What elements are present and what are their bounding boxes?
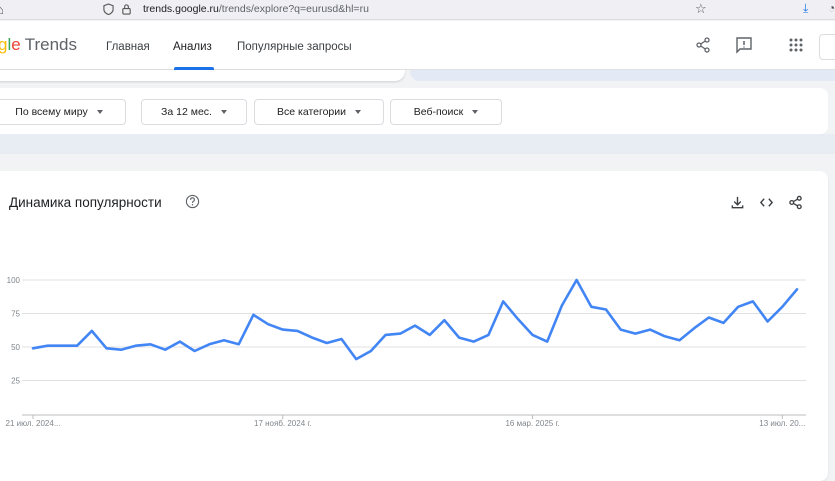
data-point xyxy=(251,313,255,317)
data-point xyxy=(633,332,637,336)
data-point xyxy=(281,328,285,332)
dropdown-caret-icon xyxy=(354,110,361,114)
account-button[interactable] xyxy=(819,34,835,60)
data-point xyxy=(692,326,696,330)
data-point xyxy=(178,340,182,344)
data-point xyxy=(648,328,652,332)
data-point xyxy=(457,336,461,340)
data-point xyxy=(134,344,138,348)
data-point xyxy=(722,321,726,325)
data-point xyxy=(486,333,490,337)
data-point xyxy=(325,341,329,345)
data-point xyxy=(795,287,799,291)
share-chart-icon[interactable] xyxy=(788,195,803,210)
data-point xyxy=(384,333,388,337)
data-point xyxy=(354,357,358,361)
data-point xyxy=(340,337,344,341)
data-point xyxy=(428,333,432,337)
embed-code-icon[interactable] xyxy=(759,195,774,210)
data-point xyxy=(531,333,535,337)
data-point xyxy=(222,338,226,342)
data-point xyxy=(310,336,314,340)
data-point xyxy=(560,303,564,307)
download-icon[interactable]: ⤓ xyxy=(803,1,808,16)
data-point xyxy=(575,278,579,282)
feedback-icon[interactable] xyxy=(735,36,753,54)
data-point xyxy=(501,299,505,303)
data-point xyxy=(619,328,623,332)
data-point xyxy=(442,318,446,322)
data-point xyxy=(545,340,549,344)
section-divider xyxy=(0,134,835,154)
nav-home[interactable]: Главная xyxy=(106,41,150,53)
search-type-filter[interactable]: Веб-поиск xyxy=(390,99,502,125)
data-point xyxy=(31,346,35,350)
data-point xyxy=(207,342,211,346)
nav-explore[interactable]: Анализ xyxy=(173,41,212,53)
dropdown-caret-icon xyxy=(472,110,479,114)
extension-icon[interactable]: ◔ xyxy=(828,1,835,15)
search-term-card xyxy=(0,70,405,81)
data-point xyxy=(604,307,608,311)
bookmark-star-icon[interactable]: ☆ xyxy=(695,1,707,17)
lock-icon[interactable] xyxy=(121,3,132,15)
url-domain: trends.google.ru xyxy=(143,3,219,15)
url-path: /trends/explore?q=eurusd&hl=ru xyxy=(218,3,369,15)
home-icon[interactable]: ⌂ xyxy=(0,2,4,17)
data-point xyxy=(119,348,123,352)
x-tick-label: 17 нояб. 2024 г. xyxy=(254,419,312,428)
apps-grid-icon[interactable] xyxy=(787,36,805,54)
y-tick-label: 50 xyxy=(11,343,20,352)
help-icon[interactable] xyxy=(185,194,200,209)
data-point xyxy=(736,305,740,309)
data-point xyxy=(707,316,711,320)
card-title: Динамика популярности xyxy=(9,195,162,210)
y-tick-label: 75 xyxy=(11,310,20,319)
interest-line-chart[interactable]: 25 50 75 100 21 июл. 2024... 17 нояб. 2024 г.… xyxy=(0,270,835,430)
data-point xyxy=(193,349,197,353)
data-point xyxy=(413,324,417,328)
region-filter[interactable]: По всему миру xyxy=(0,99,126,125)
data-point xyxy=(163,348,167,352)
data-point xyxy=(266,322,270,326)
filters-bar: По всему миру За 12 мес. Все категории В… xyxy=(0,88,828,134)
data-point xyxy=(589,305,593,309)
y-tick-label: 25 xyxy=(11,377,20,386)
x-tick-label: 16 мар. 2025 г. xyxy=(505,419,559,428)
shield-icon[interactable] xyxy=(103,3,114,15)
data-point xyxy=(90,329,94,333)
category-filter[interactable]: Все категории xyxy=(254,99,384,125)
data-point xyxy=(663,334,667,338)
download-csv-icon[interactable] xyxy=(730,195,745,210)
data-point xyxy=(751,299,755,303)
data-point xyxy=(398,332,402,336)
x-tick-label: 13 июл. 20... xyxy=(759,419,805,428)
google-trends-logo[interactable]: gle Trends xyxy=(0,35,77,55)
data-point xyxy=(472,340,476,344)
dropdown-caret-icon xyxy=(96,110,103,114)
data-point xyxy=(149,342,153,346)
app-header: gle Trends Главная Анализ Популярные запр… xyxy=(0,21,835,70)
data-point xyxy=(766,320,770,324)
data-point xyxy=(104,346,108,350)
data-point xyxy=(516,317,520,321)
share-icon[interactable] xyxy=(694,36,712,54)
data-point xyxy=(60,344,64,348)
address-bar[interactable]: trends.google.ru/trends/explore?q=eurusd… xyxy=(143,3,369,15)
data-point xyxy=(237,342,241,346)
data-point xyxy=(295,329,299,333)
time-filter[interactable]: За 12 мес. xyxy=(141,99,247,125)
data-point xyxy=(677,338,681,342)
data-point xyxy=(46,344,50,348)
data-point xyxy=(75,344,79,348)
data-point xyxy=(780,305,784,309)
dropdown-caret-icon xyxy=(220,110,227,114)
browser-toolbar: ⌂ trends.google.ru/trends/explore?q=euru… xyxy=(0,0,835,20)
x-tick-label: 21 июл. 2024... xyxy=(6,419,61,428)
nav-trending[interactable]: Популярные запросы xyxy=(237,41,352,53)
data-point xyxy=(369,349,373,353)
add-comparison-card[interactable] xyxy=(410,70,835,81)
y-tick-label: 100 xyxy=(7,276,21,285)
